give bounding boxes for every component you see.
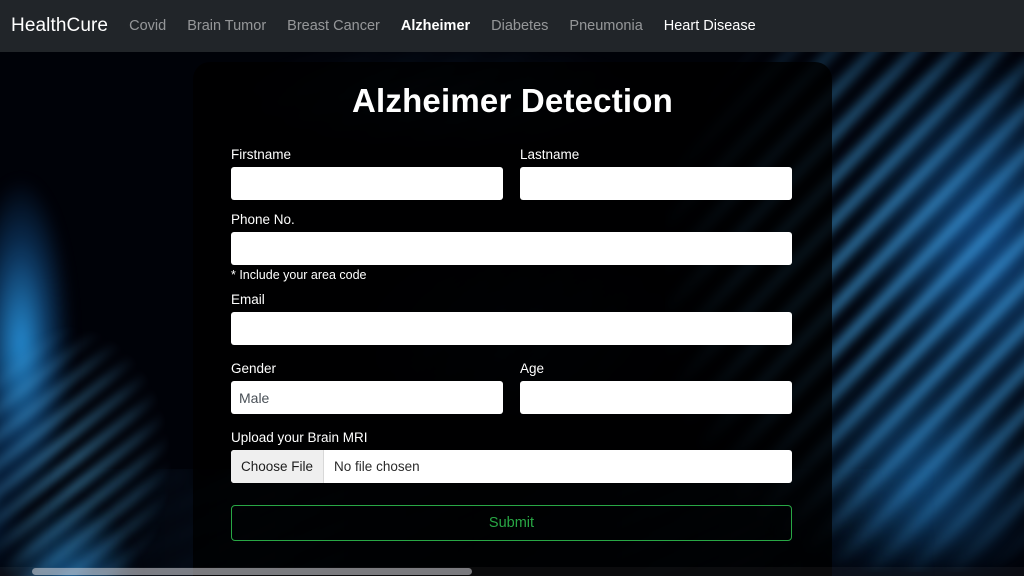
firstname-field: Firstname xyxy=(231,147,503,200)
form-card: Alzheimer Detection Firstname Lastname P… xyxy=(193,62,832,576)
phone-field: Phone No. * Include your area code xyxy=(231,212,792,283)
phone-input[interactable] xyxy=(231,232,792,265)
phone-hint: * Include your area code xyxy=(231,268,367,282)
nav-link-diabetes[interactable]: Diabetes xyxy=(491,18,548,34)
email-input[interactable] xyxy=(231,312,792,345)
brand-logo[interactable]: HealthCure xyxy=(11,15,108,37)
page-title: Alzheimer Detection xyxy=(351,82,674,119)
age-input[interactable] xyxy=(520,381,792,414)
horizontal-scrollbar[interactable] xyxy=(0,567,1024,576)
firstname-input[interactable] xyxy=(231,167,503,200)
nav-link-alzheimer[interactable]: Alzheimer xyxy=(401,18,470,34)
nav-link-breast-cancer[interactable]: Breast Cancer xyxy=(287,18,380,34)
nav-link-heart-disease[interactable]: Heart Disease xyxy=(664,18,756,34)
horizontal-scrollbar-thumb[interactable] xyxy=(32,568,472,575)
file-status-text: No file chosen xyxy=(334,459,420,474)
gender-age-row: Gender Male Age xyxy=(231,361,792,426)
nav-link-pneumonia[interactable]: Pneumonia xyxy=(569,18,642,34)
nav-link-brain-tumor[interactable]: Brain Tumor xyxy=(187,18,266,34)
email-label: Email xyxy=(231,292,265,307)
file-input[interactable]: Choose File No file chosen xyxy=(231,450,792,483)
age-label: Age xyxy=(520,361,545,376)
lastname-label: Lastname xyxy=(520,147,580,162)
mri-upload-field: Upload your Brain MRI Choose File No fil… xyxy=(231,430,792,483)
submit-button[interactable]: Submit xyxy=(231,505,792,541)
lastname-input[interactable] xyxy=(520,167,792,200)
phone-label: Phone No. xyxy=(231,212,295,227)
navbar: HealthCure Covid Brain Tumor Breast Canc… xyxy=(0,0,1024,52)
name-row: Firstname Lastname xyxy=(231,147,792,212)
email-field: Email xyxy=(231,292,792,345)
nav-links: Covid Brain Tumor Breast Cancer Alzheime… xyxy=(129,18,756,34)
mri-upload-label: Upload your Brain MRI xyxy=(231,430,368,445)
age-field: Age xyxy=(520,361,792,414)
gender-select[interactable]: Male xyxy=(231,381,503,414)
firstname-label: Firstname xyxy=(231,147,292,162)
gender-field: Gender Male xyxy=(231,361,503,414)
choose-file-button[interactable]: Choose File xyxy=(231,450,325,483)
alzheimer-detection-form: Firstname Lastname Phone No. * Include y… xyxy=(231,147,792,541)
lastname-field: Lastname xyxy=(520,147,792,200)
nav-link-covid[interactable]: Covid xyxy=(129,18,166,34)
gender-label: Gender xyxy=(231,361,277,376)
